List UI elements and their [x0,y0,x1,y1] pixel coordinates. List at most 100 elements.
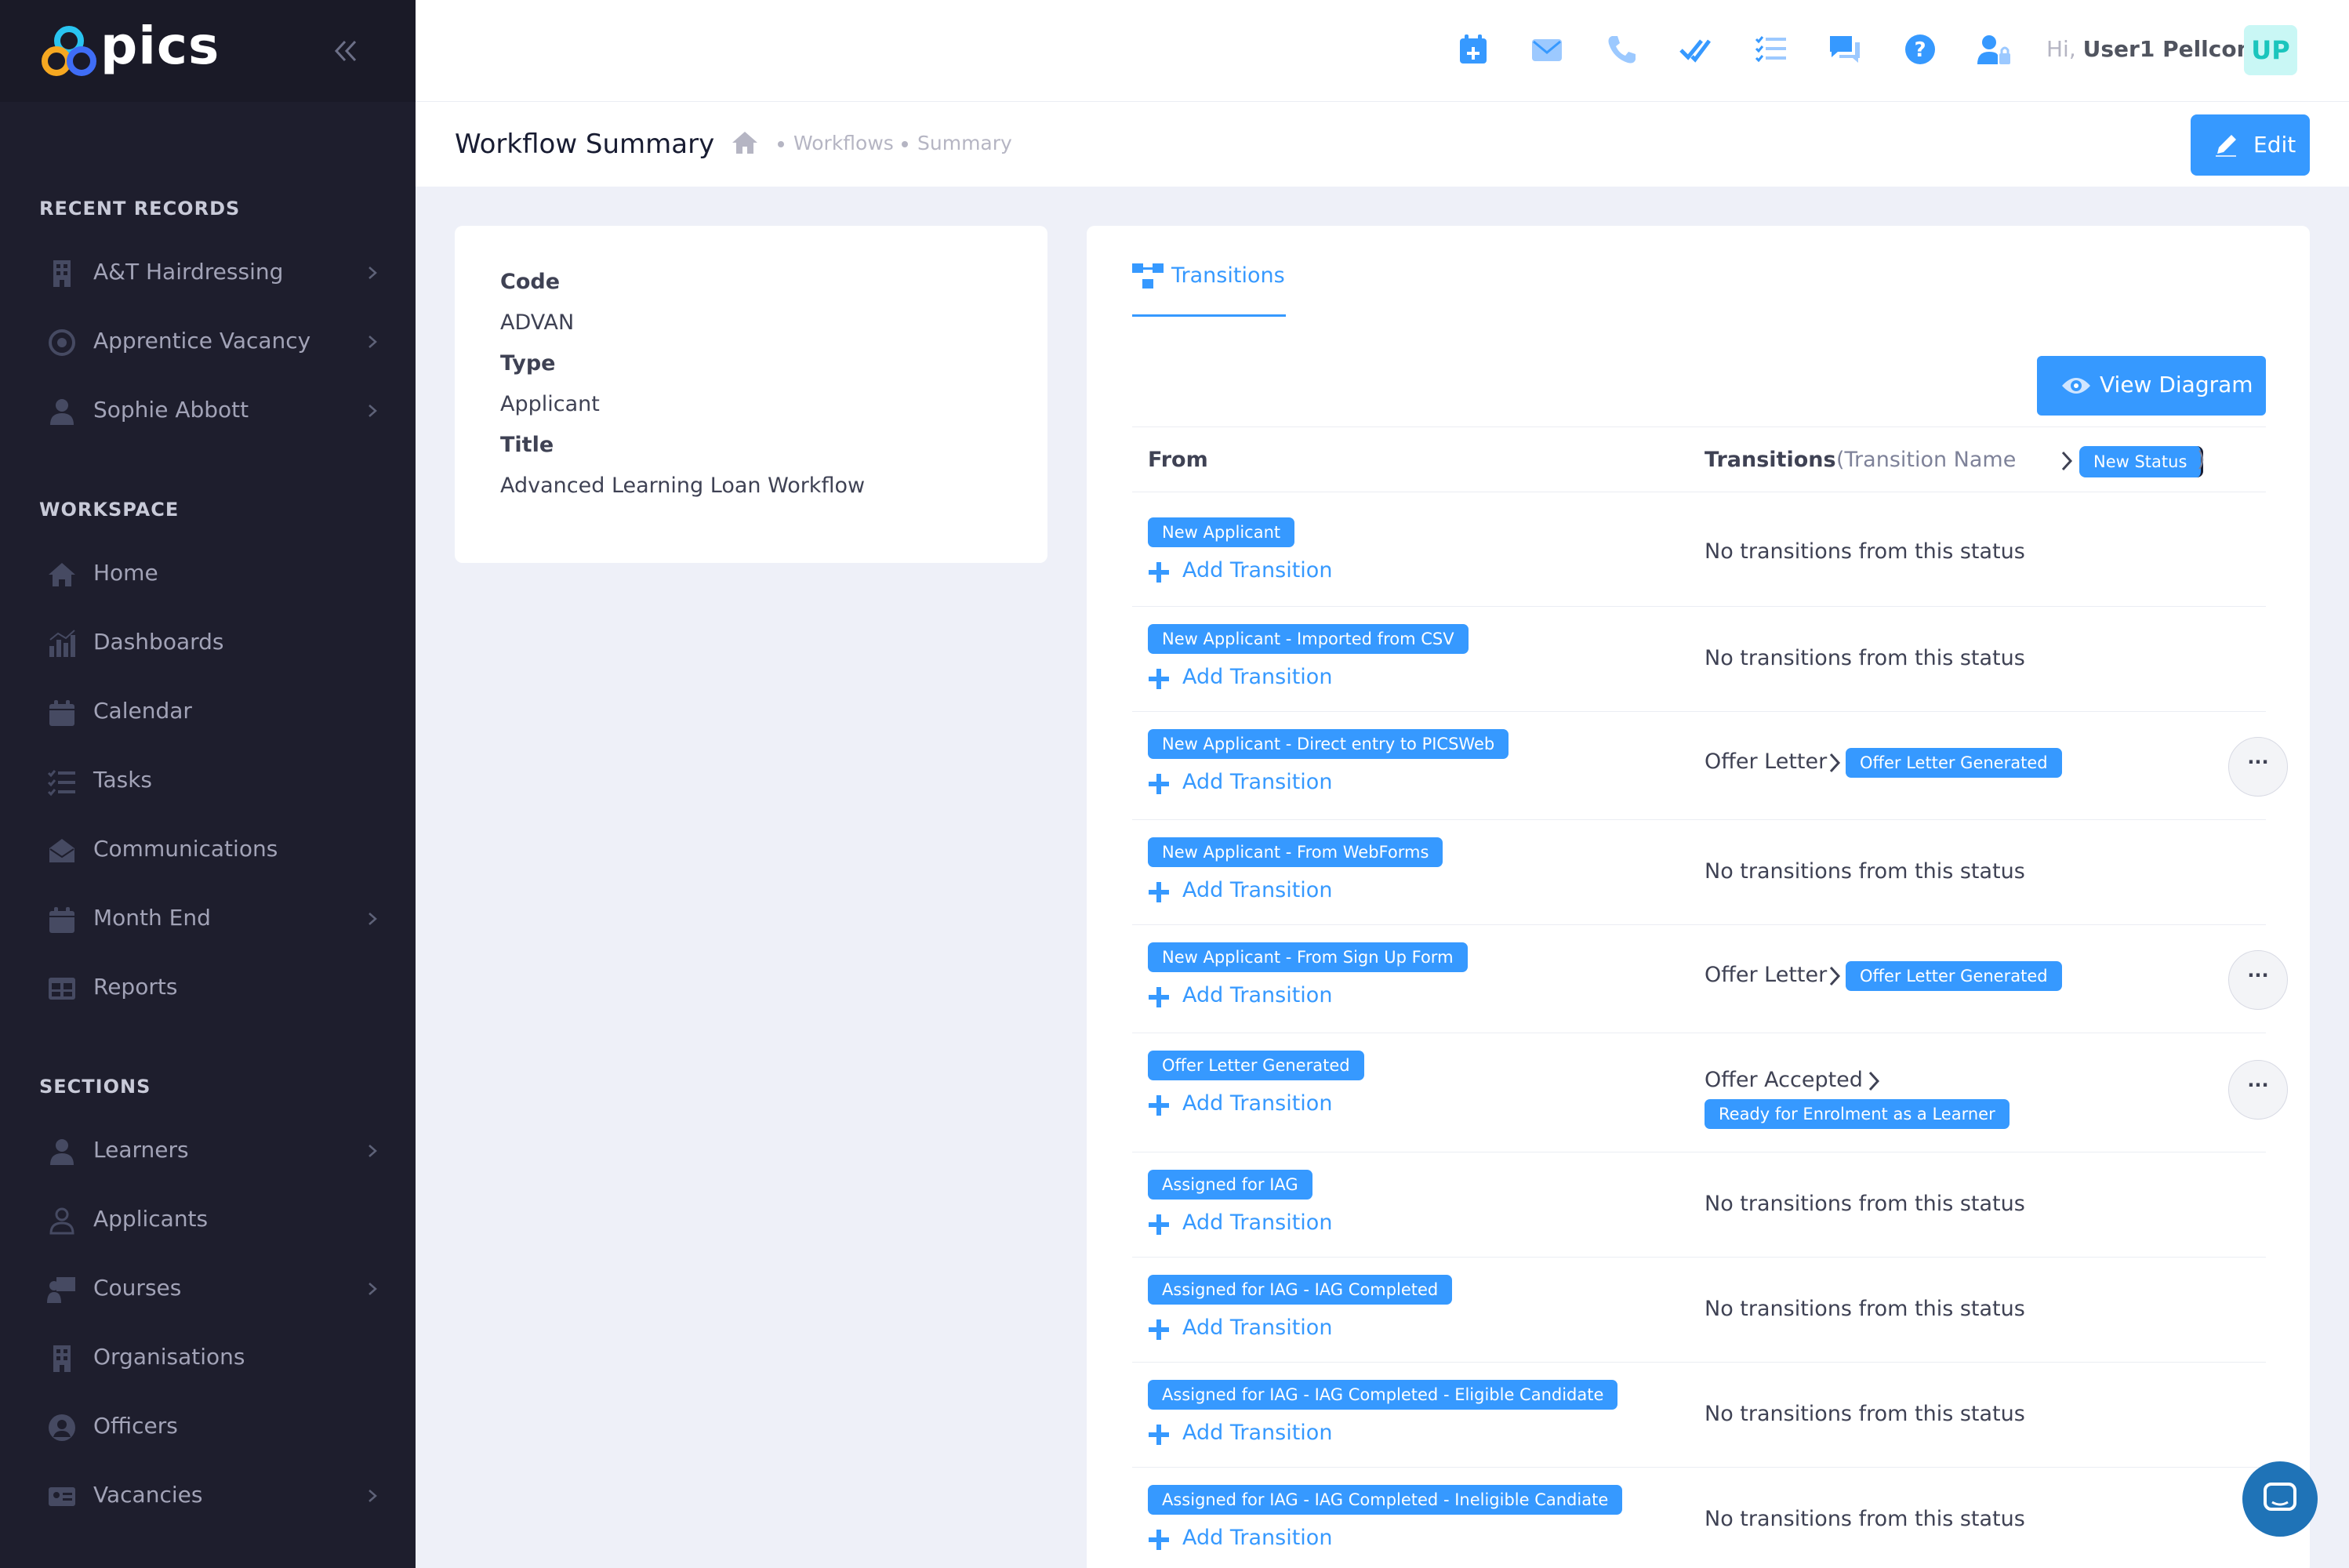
column-header-from: From [1148,448,1208,472]
type-value: Applicant [500,392,600,416]
edit-button[interactable]: Edit [2191,114,2310,176]
breadcrumb-separator [778,141,784,147]
title-label: Title [500,433,554,457]
no-transitions-text: No transitions from this status [1705,1192,2025,1216]
sidebar-item-label: Sophie Abbott [93,397,249,423]
table-row: Assigned for IAG - IAG Completed Add Tran… [1132,1258,2266,1363]
target-status-badge: Offer Letter Generated [1846,961,2062,991]
avatar[interactable]: UP [2244,25,2297,75]
brand-bar: pics [0,0,416,102]
user-greeting[interactable]: Hi, User1 Pellcomp [2046,36,2275,62]
chevron-right-icon [369,267,377,279]
sidebar-item-learners[interactable]: Learners [0,1120,416,1182]
sidebar-item-label: Vacancies [93,1482,203,1508]
plus-icon [1149,882,1169,902]
sidebar-item-label: Organisations [93,1344,245,1370]
sidebar-item-reports[interactable]: Reports [0,956,416,1019]
sidebar-item-month-end[interactable]: Month End [0,887,416,950]
sidebar-item-label: Month End [93,905,211,931]
section-title-workspace: WORKSPACE [39,499,180,521]
pics-logo-icon[interactable] [39,24,99,80]
no-transitions-text: No transitions from this status [1705,1402,2025,1426]
more-actions-button[interactable]: ··· [2228,1060,2288,1120]
home-icon [49,563,75,586]
checklist-icon[interactable] [1753,31,1789,67]
sidebar-item-label: Tasks [93,767,153,793]
plus-icon [1149,669,1169,689]
from-status-badge: New Applicant [1148,517,1295,547]
sidebar-item-home[interactable]: Home [0,543,416,605]
phone-icon[interactable] [1604,31,1640,67]
sidebar-item-calendar[interactable]: Calendar [0,681,416,743]
home-icon[interactable] [729,129,761,157]
chevron-right-icon [2061,451,2073,471]
chat-launcher-button[interactable] [2242,1461,2318,1537]
sidebar-item-officers[interactable]: Officers [0,1396,416,1458]
sidebar-item-vacancies[interactable]: Vacancies [0,1465,416,1527]
envelope-icon[interactable] [1529,31,1565,67]
table-header: From Transitions (Transition Name New St… [1132,426,2266,492]
collapse-sidebar-icon[interactable] [332,38,359,64]
table-row: New Applicant Add Transition No transition… [1132,500,2266,607]
user-circle-icon [49,1414,75,1441]
table-row: New Applicant - Direct entry to PICSWeb A… [1132,712,2288,820]
chevron-right-icon [369,405,377,417]
sidebar-item-a-t-hairdressing[interactable]: A&T Hairdressing [0,241,416,304]
help-icon[interactable]: ? [1902,31,1938,67]
id-card-icon [49,1487,75,1506]
more-actions-button[interactable]: ··· [2228,950,2288,1010]
sidebar-item-organisations[interactable]: Organisations [0,1327,416,1389]
greeting-prefix: Hi, [2046,36,2076,62]
table-row: New Applicant - From Sign Up Form Add Tra… [1132,925,2288,1033]
from-status-badge: New Applicant - Imported from CSV [1148,624,1469,654]
plus-icon [1149,987,1169,1007]
no-transitions-text: No transitions from this status [1705,1507,2025,1531]
sidebar-item-label: Applicants [93,1206,209,1232]
brand-name: pics [100,16,220,76]
add-transition-label: Add Transition [1182,1421,1333,1445]
teacher-icon [47,1277,75,1303]
table-icon [49,978,75,1000]
add-transition-label: Add Transition [1182,665,1333,689]
tab-transitions-label: Transitions [1171,263,1285,288]
chevron-right-icon [1829,753,1841,773]
sidebar-item-sophie-abbott[interactable]: Sophie Abbott [0,379,416,442]
plus-icon [1149,1530,1169,1550]
top-header: ? Hi, User1 Pellcomp UP [416,0,2349,102]
sidebar-item-applicants[interactable]: Applicants [0,1189,416,1251]
chevron-right-icon [369,336,377,348]
envelope-open-icon [49,839,74,862]
column-header-transitions: Transitions [1705,448,1836,472]
subheader: Workflow Summary Workflows Summary Edit [416,102,2349,187]
chevron-right-icon [369,913,377,925]
sidebar-item-apprentice-vacancy[interactable]: Apprentice Vacancy [0,310,416,373]
sidebar-item-tasks[interactable]: Tasks [0,750,416,812]
breadcrumb-workflows[interactable]: Workflows [793,132,894,154]
page-title: Workflow Summary [455,129,715,160]
plus-icon [1149,1095,1169,1116]
more-actions-button[interactable]: ··· [2228,737,2288,797]
plus-icon [1149,1425,1169,1445]
sidebar-item-communications[interactable]: Communications [0,818,416,881]
title-value: Advanced Learning Loan Workflow [500,474,866,498]
table-row: New Applicant - Imported from CSV Add Tra… [1132,607,2266,712]
user-lock-icon[interactable] [1976,31,2012,67]
svg-text:?: ? [1914,38,1926,62]
calendar-plus-icon[interactable] [1455,31,1491,67]
sidebar: pics RECENT RECORDS WORKSPACE SECTIONS A… [0,0,416,1568]
sidebar-item-dashboards[interactable]: Dashboards [0,612,416,674]
view-diagram-label: View Diagram [2100,372,2253,397]
type-label: Type [500,351,556,376]
double-check-icon[interactable] [1678,31,1714,67]
breadcrumb-summary[interactable]: Summary [917,132,1012,154]
table-row: Assigned for IAG - IAG Completed - Eligi… [1132,1363,2266,1468]
sidebar-item-label: Officers [93,1413,178,1439]
tab-transitions[interactable]: Transitions [1132,260,1286,317]
chat-icon[interactable] [1827,31,1863,67]
sidebar-item-courses[interactable]: Courses [0,1258,416,1320]
legend-new-status-badge: New Status [2079,446,2204,477]
section-title-sections: SECTIONS [39,1076,151,1098]
plus-icon [1149,1214,1169,1235]
view-diagram-button[interactable]: View Diagram [2037,356,2266,416]
sidebar-item-label: Home [93,560,158,586]
